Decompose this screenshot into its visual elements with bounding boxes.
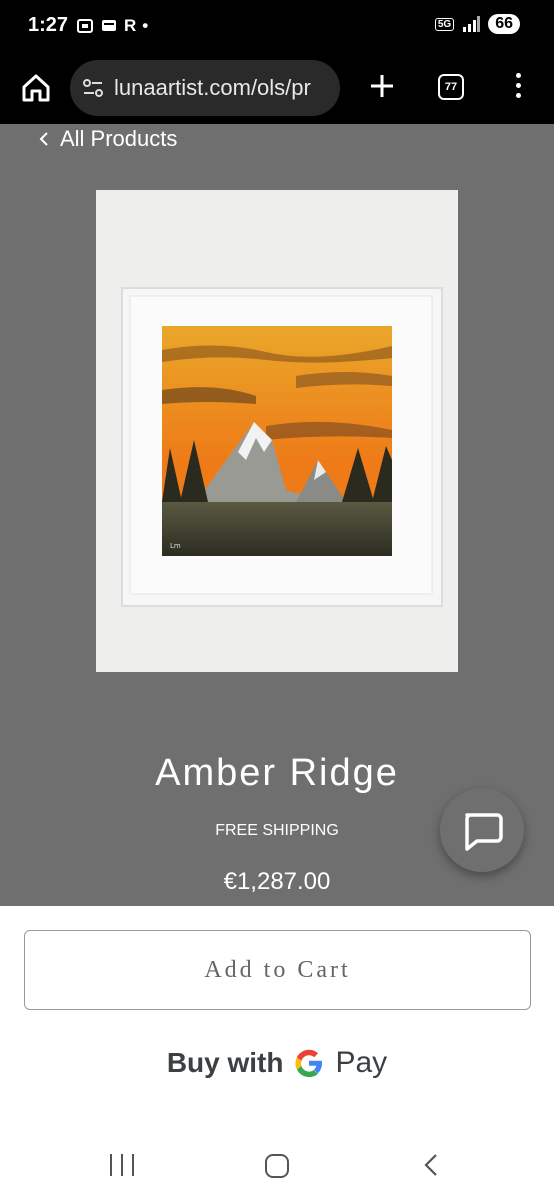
status-time: 1:27 [28,14,69,36]
google-g-icon [295,1049,323,1077]
menu-dot [515,83,521,88]
chevron-left-icon [424,1154,437,1176]
menu-dot [515,73,521,78]
battery-indicator: 66 [488,14,520,34]
url-text[interactable]: lunaartist.com/ols/pr [114,75,311,101]
message-icon [102,20,116,31]
url-bar[interactable]: lunaartist.com/ols/pr [70,60,340,116]
system-navigation-bar [0,1128,554,1200]
new-tab-button[interactable] [362,68,402,108]
chat-bubble-icon [465,813,503,851]
site-settings-icon[interactable] [82,77,104,99]
google-pay-button[interactable]: Buy with Pay [0,1046,554,1080]
signal-icon [463,16,481,32]
svg-text:Lm: Lm [170,542,181,550]
all-products-link[interactable]: All Products [38,126,177,152]
recent-apps-button[interactable] [110,1154,134,1176]
chevron-left-icon [39,132,48,146]
product-price: €1,287.00 [223,868,331,895]
browser-toolbar: lunaartist.com/ols/pr 77 [0,56,554,124]
status-bar: 1:27 R • 5G 66 [0,0,554,56]
pay-label: Pay [335,1046,388,1079]
purchase-panel: Add to Cart Buy with Pay [0,906,554,1128]
painting: Lm [162,326,392,556]
home-button[interactable] [18,70,54,106]
screenshot-icon [77,19,93,33]
carrier-letter: R [124,16,137,35]
home-icon [22,74,50,102]
menu-dot [515,93,521,98]
product-page: All Products Lm Amber Ridge FREE SHIPPIN… [0,124,554,906]
back-link-label[interactable]: All Products [60,126,177,152]
notification-dot-icon: • [142,16,149,35]
home-nav-button[interactable] [265,1154,289,1178]
tab-switcher-button[interactable]: 77 [438,74,464,100]
status-icons-left: R • [76,16,148,36]
back-nav-button[interactable] [420,1152,444,1178]
product-image[interactable]: Lm [96,190,458,672]
plus-icon [371,75,393,97]
add-to-cart-button[interactable]: Add to Cart [24,930,531,1010]
status-icons-right: 5G 66 [434,14,520,34]
buy-with-label: Buy with [166,1047,284,1078]
network-5g-icon: 5G [434,17,455,31]
chat-button[interactable] [440,788,524,872]
more-menu-button[interactable] [506,68,530,108]
